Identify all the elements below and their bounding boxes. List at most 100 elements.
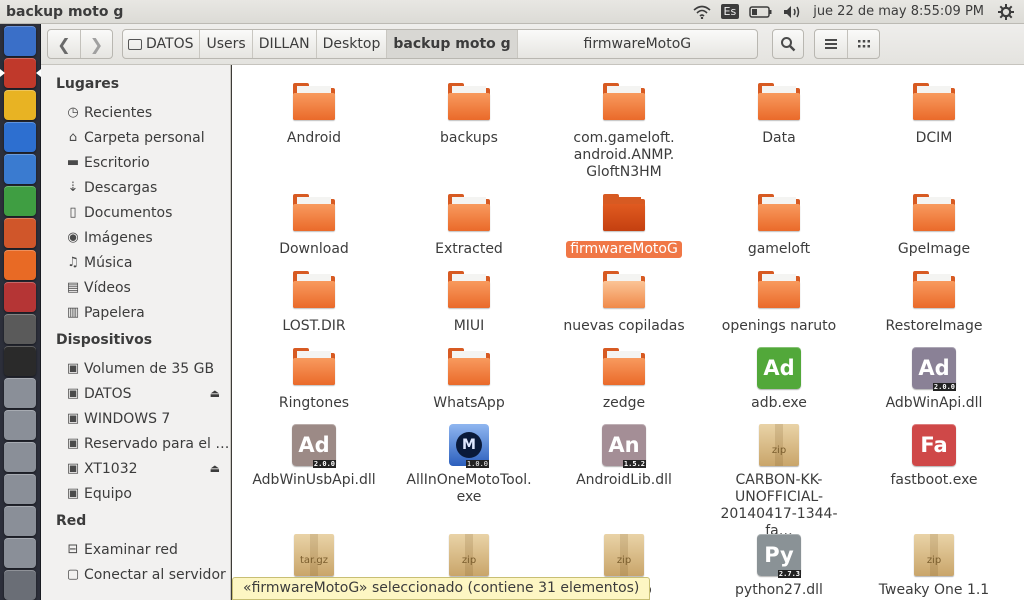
file-item[interactable]: zip Tweaky One 1.1 Deodex.zip [864,530,1004,600]
drive-icon: ▣ [66,486,80,501]
battery-icon[interactable] [749,0,773,24]
breadcrumb-desktop[interactable]: Desktop [317,30,388,58]
wifi-icon[interactable] [692,0,711,24]
launcher-terminal-icon[interactable] [4,346,36,376]
launcher-drive-2-icon[interactable] [4,410,36,440]
file-item[interactable]: zedge [554,343,694,412]
breadcrumb-firmwaremotog[interactable]: firmwareMotoG [518,30,757,58]
launcher-chrome-icon[interactable] [4,90,36,120]
sidebar-item-places-0[interactable]: ◷ Recientes [41,100,230,125]
breadcrumb-backup-moto-g[interactable]: backup moto g [387,30,518,58]
sidebar-item-network-1[interactable]: ▢ Conectar al servidor [41,562,230,587]
launcher-software-center-icon[interactable] [4,250,36,280]
folder-icon [755,78,803,126]
file-item[interactable]: com.gameloft. android.ANMP. GloftN3HM [554,78,694,181]
back-button[interactable]: ❮ [48,30,80,58]
sidebar-item-places-6[interactable]: ♫ Música [41,250,230,275]
file-item[interactable]: M 1.0.0 AllInOneMotoTool. exe [399,420,539,506]
file-item[interactable]: WhatsApp [399,343,539,412]
sidebar-item-devices-5[interactable]: ▣ Equipo [41,481,230,506]
file-item[interactable]: zip CARBON-KK- UNOFFICIAL- 20140417-1344-… [709,420,849,540]
file-item[interactable]: Extracted [399,189,539,258]
motorola-app-icon: M 1.0.0 [445,420,493,468]
file-item[interactable]: Download [244,189,384,258]
file-item[interactable]: tar.gz [244,530,384,582]
breadcrumb-dillan[interactable]: DILLAN [253,30,317,58]
volume-icon[interactable] [783,0,803,24]
file-item[interactable]: LOST.DIR [244,266,384,335]
file-item[interactable]: Fa fastboot.exe [864,420,1004,489]
breadcrumb-datos[interactable]: DATOS [123,30,201,58]
sidebar-item-places-8[interactable]: ▥ Papelera [41,300,230,325]
sidebar-item-devices-4[interactable]: ▣ XT1032 ⏏ [41,456,230,481]
sidebar-item-places-2[interactable]: ▬ Escritorio [41,150,230,175]
launcher-trash-icon[interactable] [4,570,36,600]
sidebar-item-devices-3[interactable]: ▣ Reservado para el … [41,431,230,456]
file-item[interactable]: backups [399,78,539,147]
drive-icon: ▣ [66,386,80,401]
launcher-drive-5-icon[interactable] [4,506,36,536]
file-item[interactable]: An 1.5.2 AndroidLib.dll [554,420,694,489]
keyboard-layout-indicator[interactable]: Es [720,0,740,24]
sidebar-item-places-4[interactable]: ▯ Documentos [41,200,230,225]
drive-icon: ▣ [66,361,80,376]
settings-gear-icon[interactable] [998,0,1014,24]
file-item[interactable]: Ad adb.exe [709,343,849,412]
eject-icon[interactable]: ⏏ [210,387,220,400]
launcher-usb-device-icon[interactable] [4,538,36,568]
sidebar-item-devices-0[interactable]: ▣ Volumen de 35 GB [41,356,230,381]
file-item[interactable]: nuevas copiladas [554,266,694,335]
sidebar-item-places-1[interactable]: ⌂ Carpeta personal [41,125,230,150]
sidebar-item-places-5[interactable]: ◉ Imágenes [41,225,230,250]
file-item[interactable]: Data [709,78,849,147]
grid-view-button[interactable] [847,30,879,58]
sidebar-item-network-0[interactable]: ⊟ Examinar red [41,537,230,562]
folder-icon [755,266,803,314]
launcher-writer-icon[interactable] [4,154,36,184]
file-item[interactable]: gameloft [709,189,849,258]
sidebar-item-places-3[interactable]: ⇣ Descargas [41,175,230,200]
launcher-dash-icon[interactable] [4,26,36,56]
file-item[interactable]: Ad 2.0.0 AdbWinApi.dll [864,343,1004,412]
file-item[interactable]: MIUI [399,266,539,335]
file-name: Download [279,241,349,257]
file-item[interactable]: GpeImage [864,189,1004,258]
file-item[interactable]: zip [399,530,539,582]
sidebar-item-devices-1[interactable]: ▣ DATOS ⏏ [41,381,230,406]
file-item[interactable]: openings naruto [709,266,849,335]
launcher-gimp-icon[interactable] [4,314,36,344]
breadcrumb-users[interactable]: Users [200,30,253,58]
top-panel: backup moto g Es jue 22 de may 8:55:09 P… [0,0,1024,24]
search-icon [781,37,796,52]
forward-button[interactable]: ❯ [80,30,112,58]
eject-icon[interactable]: ⏏ [210,462,220,475]
launcher-system-settings-icon[interactable] [4,282,36,312]
network-icon: ⊟ [67,542,79,557]
sidebar-item-places-7[interactable]: ▤ Vídeos [41,275,230,300]
sidebar-item-label: Papelera [84,304,145,321]
file-item[interactable]: RestoreImage [864,266,1004,335]
sidebar-item-devices-2[interactable]: ▣ WINDOWS 7 [41,406,230,431]
file-item[interactable]: Ad 2.0.0 AdbWinUsbApi.dll [244,420,384,489]
file-item[interactable]: firmwareMotoG [554,189,694,258]
file-item[interactable]: Ringtones [244,343,384,412]
file-item[interactable]: DCIM [864,78,1004,147]
launcher-drive-1-icon[interactable] [4,378,36,408]
launcher-drive-3-icon[interactable] [4,442,36,472]
search-button[interactable] [772,29,804,59]
folder-icon [290,343,338,391]
launcher-media-player-icon[interactable] [4,122,36,152]
file-name: firmwareMotoG [566,241,682,258]
launcher-drive-4-icon[interactable] [4,474,36,504]
sidebar-item-label: Imágenes [84,229,153,246]
list-view-button[interactable] [815,30,847,58]
file-item[interactable]: Android [244,78,384,147]
launcher-impress-icon[interactable] [4,218,36,248]
file-item[interactable]: Py 2.7.3 python27.dll [709,530,849,599]
archive-icon: tar.gz [290,530,338,578]
file-view[interactable]: Android backups com.gameloft. android.ANMP… [232,65,1024,600]
launcher-calc-icon[interactable] [4,186,36,216]
launcher-files-icon[interactable] [0,58,41,88]
clock[interactable]: jue 22 de may 8:55:09 PM [813,0,984,24]
folder-icon [600,189,648,237]
